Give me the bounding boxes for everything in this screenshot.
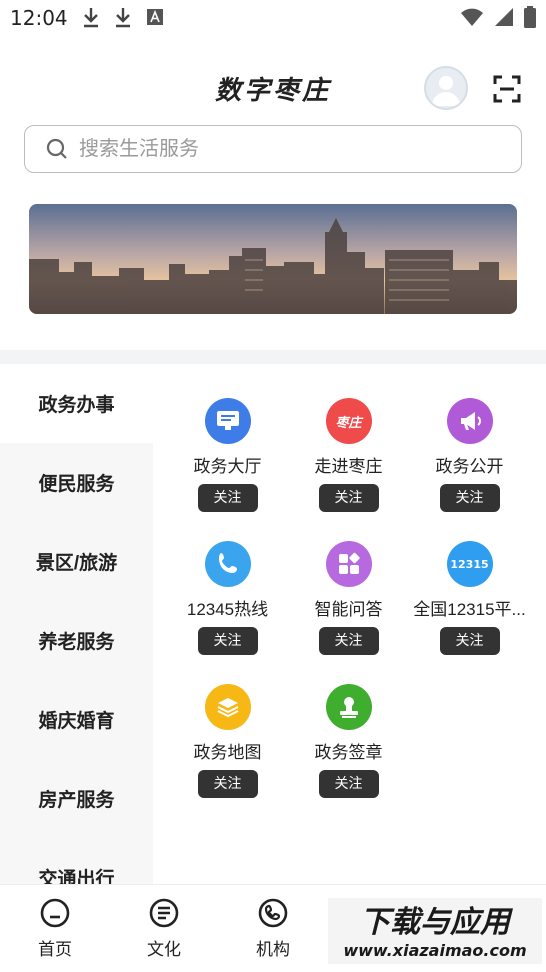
download-icon xyxy=(84,8,98,28)
section-divider xyxy=(0,350,546,364)
12315-badge-text: 12315 xyxy=(450,557,489,571)
city-banner[interactable] xyxy=(29,204,517,314)
category-label: 房产服务 xyxy=(38,790,115,811)
service-grid: 政务大厅 关注 枣庄 走进枣庄 关注 政务公开 关注 12345热线 关注 智能… xyxy=(153,364,546,884)
wifi-icon xyxy=(461,8,483,26)
megaphone-icon xyxy=(446,398,493,444)
status-bar: 12:04 xyxy=(0,0,546,38)
system-icons xyxy=(460,6,536,28)
service-tile[interactable]: 政务大厅 关注 xyxy=(167,398,288,512)
hall-icon xyxy=(204,398,251,444)
follow-button[interactable]: 关注 xyxy=(197,627,258,655)
avatar[interactable] xyxy=(424,66,468,110)
category-item-convenience[interactable]: 便民服务 xyxy=(0,443,153,522)
search-bar[interactable] xyxy=(24,125,522,173)
category-label: 政务办事 xyxy=(38,395,115,416)
category-item-elderly-care[interactable]: 养老服务 xyxy=(0,601,153,680)
category-item-real-estate[interactable]: 房产服务 xyxy=(0,759,153,838)
service-tile[interactable]: 12345热线 关注 xyxy=(167,541,288,655)
service-tile[interactable]: 智能问答 关注 xyxy=(288,541,409,655)
svg-text:www.xiazaimao.com: www.xiazaimao.com xyxy=(343,941,526,960)
category-item-tourism[interactable]: 景区/旅游 xyxy=(0,522,153,601)
follow-button[interactable]: 关注 xyxy=(318,770,379,798)
layers-icon xyxy=(204,684,251,730)
follow-button[interactable]: 关注 xyxy=(318,627,379,655)
org-icon xyxy=(258,898,288,928)
service-label: 智能问答 xyxy=(314,600,383,617)
service-label: 政务地图 xyxy=(193,743,262,760)
service-label: 政务签章 xyxy=(314,743,383,760)
status-time: 12:04 xyxy=(10,6,68,30)
text-app-icon xyxy=(147,9,163,25)
service-label: 政务大厅 xyxy=(193,457,262,474)
battery-icon xyxy=(524,6,536,28)
category-label: 便民服务 xyxy=(38,474,115,495)
service-tile[interactable]: 枣庄 走进枣庄 关注 xyxy=(288,398,409,512)
stamp-icon xyxy=(325,684,372,730)
zaozhuang-badge-text: 枣庄 xyxy=(335,415,362,431)
service-tile[interactable]: 政务公开 关注 xyxy=(409,398,530,512)
category-label: 养老服务 xyxy=(38,632,115,653)
search-icon xyxy=(46,138,67,159)
home-icon xyxy=(40,898,70,928)
follow-button[interactable]: 关注 xyxy=(439,627,500,655)
category-label: 婚庆婚育 xyxy=(38,711,115,732)
download-icon xyxy=(116,8,130,28)
service-tile[interactable]: 政务地图 关注 xyxy=(167,684,288,798)
svg-text:下载与应用: 下载与应用 xyxy=(360,905,514,940)
service-tile[interactable]: 12315 全国12315平... 关注 xyxy=(409,541,530,655)
category-label: 景区/旅游 xyxy=(35,553,118,574)
culture-icon xyxy=(149,898,179,928)
apps-icon xyxy=(325,541,372,587)
nav-item-org[interactable]: 机构 xyxy=(223,897,323,960)
service-label: 走进枣庄 xyxy=(314,457,383,474)
app-screen: 12:04 数字枣庄 搜索生活服务 政务办事 便民服务 景区/旅游 养老服务 婚… xyxy=(0,0,546,972)
city-skyline-image xyxy=(29,204,517,314)
top-header: 数字枣庄 xyxy=(0,58,546,118)
follow-button[interactable]: 关注 xyxy=(439,484,500,512)
user-avatar-icon xyxy=(432,76,460,106)
service-label: 政务公开 xyxy=(435,457,504,474)
signal-icon xyxy=(495,8,513,26)
service-label: 12345热线 xyxy=(186,600,269,617)
notification-icons xyxy=(82,6,164,28)
service-label: 全国12315平... xyxy=(413,600,526,617)
nav-label: 机构 xyxy=(256,940,290,959)
nav-label: 首页 xyxy=(38,940,72,959)
category-item-wedding[interactable]: 婚庆婚育 xyxy=(0,680,153,759)
nav-label: 文化 xyxy=(147,940,181,959)
zaozhuang-icon: 枣庄 xyxy=(325,398,372,444)
search-input[interactable] xyxy=(79,137,479,161)
12315-icon: 12315 xyxy=(446,541,493,587)
phone-icon xyxy=(204,541,251,587)
watermark-logo: 下载与应用 www.xiazaimao.com xyxy=(326,894,544,968)
category-item-gov-affairs[interactable]: 政务办事 xyxy=(0,364,153,443)
nav-item-culture[interactable]: 文化 xyxy=(114,897,214,960)
scan-icon[interactable] xyxy=(492,74,522,104)
service-tile[interactable]: 政务签章 关注 xyxy=(288,684,409,798)
nav-item-home[interactable]: 首页 xyxy=(5,897,105,960)
follow-button[interactable]: 关注 xyxy=(197,770,258,798)
category-sidebar: 政务办事 便民服务 景区/旅游 养老服务 婚庆婚育 房产服务 交通出行 xyxy=(0,364,153,890)
follow-button[interactable]: 关注 xyxy=(197,484,258,512)
follow-button[interactable]: 关注 xyxy=(318,484,379,512)
